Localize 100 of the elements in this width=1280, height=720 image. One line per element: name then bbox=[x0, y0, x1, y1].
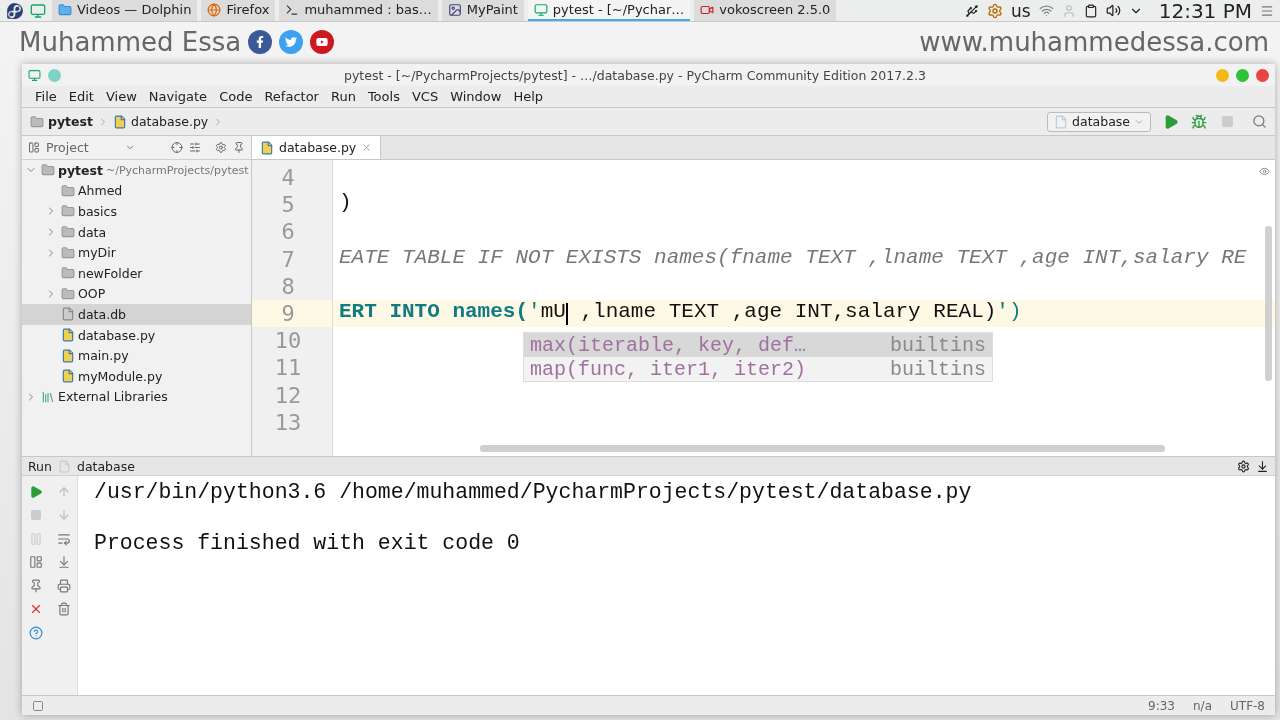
tree-item-label: newFolder bbox=[78, 265, 143, 281]
keyboard-layout[interactable]: us bbox=[1011, 0, 1031, 21]
search-icon[interactable] bbox=[1252, 114, 1267, 129]
panel-icon bbox=[28, 141, 40, 154]
folder-icon bbox=[41, 163, 55, 178]
volume-icon[interactable] bbox=[1105, 3, 1121, 18]
arrow-down-icon[interactable] bbox=[57, 508, 71, 523]
ide-icon[interactable] bbox=[30, 2, 46, 19]
pin-icon[interactable] bbox=[233, 141, 245, 154]
menu-item[interactable]: Help bbox=[507, 89, 550, 104]
locate-icon[interactable] bbox=[171, 141, 184, 154]
fedora-icon[interactable] bbox=[6, 1, 24, 20]
terminal-icon bbox=[285, 2, 300, 17]
taskbar-task[interactable]: MyPaint bbox=[441, 0, 524, 21]
maximize-button[interactable] bbox=[1236, 68, 1249, 82]
debug-icon[interactable] bbox=[1191, 113, 1207, 130]
taskbar-task[interactable]: Firefox bbox=[201, 0, 276, 21]
menu-item[interactable]: Run bbox=[324, 89, 362, 104]
tree-item[interactable]: basics bbox=[22, 201, 251, 222]
run-icon[interactable] bbox=[1163, 113, 1179, 130]
help-icon[interactable] bbox=[29, 625, 43, 640]
tree-item[interactable]: myDir bbox=[22, 242, 251, 263]
menu-item[interactable]: Code bbox=[213, 89, 259, 104]
folder-icon bbox=[61, 183, 75, 198]
taskbar-task[interactable]: vokoscreen 2.5.0 bbox=[694, 0, 837, 21]
image-icon bbox=[447, 2, 462, 17]
clock[interactable]: 12:31 PM bbox=[1158, 0, 1252, 23]
breadcrumb[interactable]: database.py bbox=[112, 114, 225, 129]
website-url: www.muhammedessa.com bbox=[919, 27, 1269, 57]
usb-icon[interactable] bbox=[965, 3, 980, 18]
trash-icon[interactable] bbox=[57, 602, 71, 617]
run-config-dropdown[interactable]: database bbox=[1047, 111, 1151, 132]
close-button[interactable] bbox=[1256, 68, 1269, 82]
close-icon[interactable] bbox=[361, 142, 373, 153]
line-number: 12 bbox=[273, 381, 303, 409]
globe-icon bbox=[207, 2, 222, 17]
line-number: 11 bbox=[273, 354, 303, 382]
run-tab[interactable]: Run bbox=[28, 458, 52, 474]
tree-item[interactable]: data.db bbox=[22, 304, 251, 325]
youtube-icon bbox=[310, 30, 335, 54]
tree-item-label: main.py bbox=[78, 348, 129, 364]
minimize-button[interactable] bbox=[1216, 68, 1229, 82]
clipboard-icon[interactable] bbox=[1083, 3, 1098, 18]
line-number: 6 bbox=[280, 218, 296, 246]
tree-item-label: OOP bbox=[78, 286, 106, 302]
tree-item[interactable]: External Libraries bbox=[22, 386, 251, 408]
text-cursor bbox=[565, 302, 568, 325]
taskbar-task[interactable]: pytest - [~/Pychar… bbox=[527, 0, 691, 21]
tree-item[interactable]: newFolder bbox=[22, 262, 251, 284]
completion-item[interactable]: map(func, iter1, iter2) builtins bbox=[524, 357, 992, 381]
scroll-end-icon[interactable] bbox=[57, 555, 71, 570]
scrollbar[interactable] bbox=[480, 445, 1165, 452]
settings-icon[interactable] bbox=[1237, 459, 1250, 473]
menu-item[interactable]: Window bbox=[444, 89, 508, 104]
layout-icon[interactable] bbox=[29, 555, 43, 570]
tree-item[interactable]: Ahmed bbox=[22, 180, 251, 202]
pin-icon[interactable] bbox=[29, 578, 43, 593]
tree-item[interactable]: main.py bbox=[22, 345, 251, 366]
tree-item[interactable]: database.py bbox=[22, 324, 251, 346]
project-view-dropdown[interactable]: Project bbox=[45, 140, 120, 155]
menu-item[interactable]: View bbox=[99, 89, 143, 104]
menu-item[interactable]: Navigate bbox=[142, 89, 214, 104]
user-icon[interactable] bbox=[1061, 3, 1076, 18]
code-text: ') bbox=[996, 299, 1022, 325]
menu-icon[interactable] bbox=[1260, 3, 1274, 18]
wifi-icon[interactable] bbox=[1038, 3, 1054, 18]
tree-item[interactable]: data bbox=[22, 221, 251, 243]
editor-tab[interactable]: database.py bbox=[252, 136, 382, 159]
file-encoding[interactable]: UTF-8 bbox=[1230, 698, 1265, 713]
eye-icon[interactable] bbox=[1259, 166, 1270, 177]
python-file-icon bbox=[61, 369, 75, 384]
code-text: ' bbox=[528, 299, 541, 325]
folder-icon bbox=[61, 245, 75, 260]
menu-item[interactable]: Edit bbox=[62, 89, 100, 104]
menu-item[interactable]: Tools bbox=[361, 89, 406, 104]
file-icon bbox=[61, 307, 75, 322]
menu-item[interactable]: Refactor bbox=[258, 89, 325, 104]
line-number: 13 bbox=[273, 408, 303, 436]
rerun-icon[interactable] bbox=[29, 484, 43, 499]
console-line: /usr/bin/python3.6 /home/muhammed/PycharmProjects/pytest/database.py bbox=[94, 480, 972, 504]
menu-item[interactable]: File bbox=[29, 89, 63, 104]
tree-item[interactable]: OOP bbox=[22, 283, 251, 305]
breadcrumb[interactable]: pytest bbox=[30, 114, 109, 129]
wrap-icon[interactable] bbox=[57, 531, 71, 546]
taskbar-task[interactable]: Videos — Dolphin bbox=[52, 0, 198, 21]
folder-icon bbox=[61, 266, 75, 281]
project-path: ~/PycharmProjects/pytest bbox=[105, 163, 249, 177]
scrollbar[interactable] bbox=[1265, 226, 1272, 381]
code-text: mU bbox=[540, 299, 566, 325]
tree-item[interactable]: pytest ~/PycharmProjects/pytest bbox=[22, 160, 251, 181]
panel-toggle-icon[interactable] bbox=[32, 699, 44, 712]
python-file-icon bbox=[260, 140, 274, 155]
line-separator[interactable]: n/a bbox=[1193, 698, 1212, 713]
menu-item[interactable]: VCS bbox=[405, 89, 445, 104]
code-text: ) bbox=[339, 191, 352, 217]
tree-item[interactable]: myModule.py bbox=[22, 365, 251, 387]
taskbar-task[interactable]: muhammed : bas… bbox=[279, 0, 438, 21]
print-icon[interactable] bbox=[57, 578, 71, 593]
tree-item-label: data bbox=[78, 224, 107, 240]
caret-position[interactable]: 9:33 bbox=[1148, 698, 1175, 713]
